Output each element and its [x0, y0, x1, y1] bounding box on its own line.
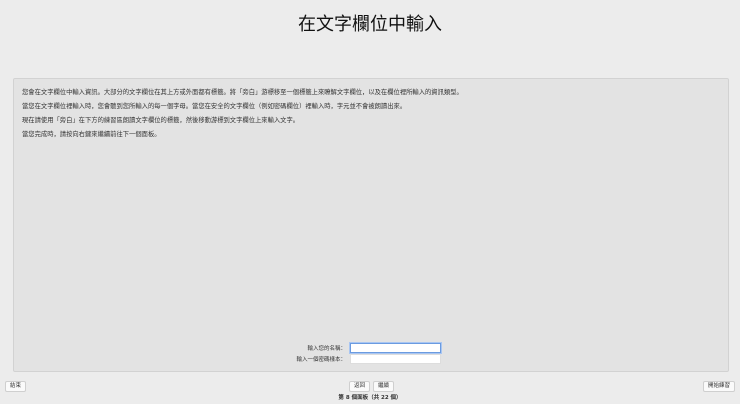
end-button[interactable]: 結束 — [5, 381, 27, 392]
panel-counter: 第 8 個面板（共 22 個） — [338, 395, 402, 401]
start-practice-button[interactable]: 開始練習 — [702, 381, 735, 392]
page-title: 在文字欄位中輸入 — [298, 14, 442, 35]
password-input[interactable] — [350, 354, 441, 364]
name-label: 輸入您的名稱： — [307, 346, 346, 352]
continue-button[interactable]: 繼續 — [373, 381, 395, 392]
name-input[interactable] — [350, 343, 441, 353]
content-panel: 您會在文字欄位中輸入資訊。大部分的文字欄位在其上方或外面都有標籤。將「旁白」游標… — [13, 78, 729, 372]
back-button[interactable]: 返回 — [349, 381, 371, 392]
instruction-paragraph: 當您完成時，請按向右鍵來繼續前往下一個面板。 — [22, 131, 161, 138]
instruction-paragraph: 現在請使用「旁白」在下方的練習區朗讀文字欄位的標籤，然後移動游標到文字欄位上來輸… — [22, 117, 300, 124]
instruction-paragraph: 當您在文字欄位裡輸入時，您會聽到您所輸入的每一個字母。當您在安全的文字欄位（例如… — [22, 103, 407, 110]
instruction-paragraph: 您會在文字欄位中輸入資訊。大部分的文字欄位在其上方或外面都有標籤。將「旁白」游標… — [22, 89, 463, 96]
password-label: 輸入一個密碼樣本： — [296, 357, 346, 363]
